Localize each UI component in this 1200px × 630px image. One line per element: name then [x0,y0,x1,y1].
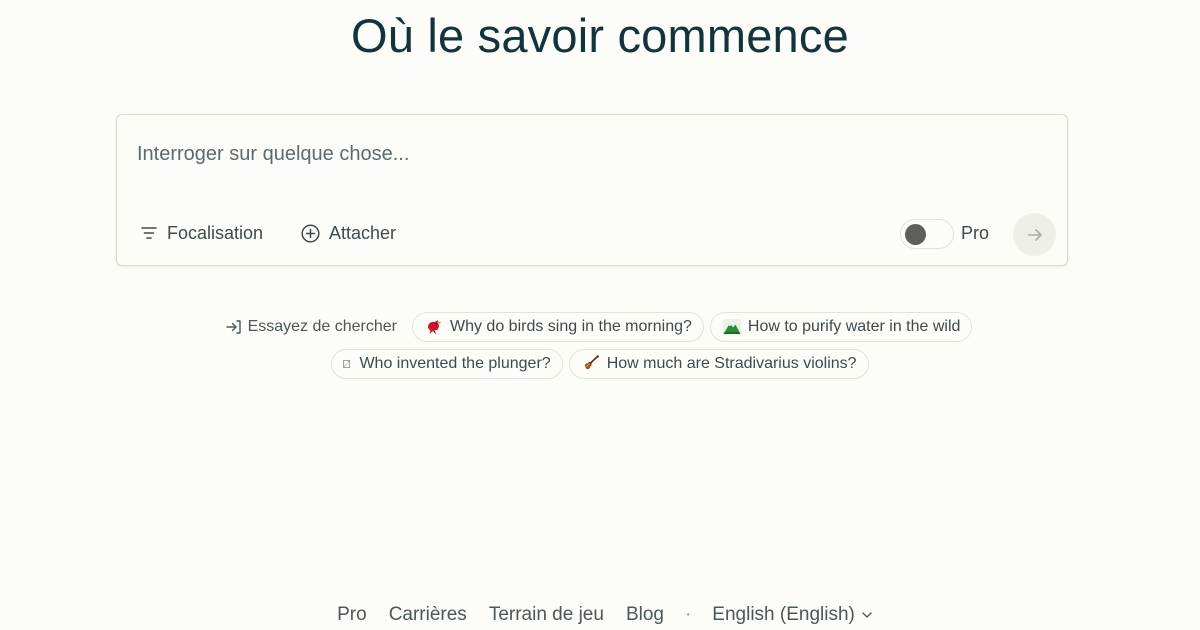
plus-circle-icon [301,223,320,243]
chevron-down-icon [862,612,872,618]
toggle-knob [905,224,926,245]
page-title: Où le savoir commence [351,9,849,62]
suggestion-chip-water[interactable]: How to purify water in the wild [709,312,973,342]
suggestion-chip-violins[interactable]: How much are Stradivarius violins? [568,349,869,379]
unknown-glyph-icon [343,360,351,368]
bird-icon [427,320,442,335]
footer: Pro Carrières Terrain de jeu Blog · Engl… [0,604,1200,626]
suggestions-row: Essayez de chercher Why do birds sing in… [0,312,1200,342]
suggestion-label: Who invented the plunger? [359,355,551,372]
search-input[interactable] [137,139,1017,169]
arrow-enter-icon [225,320,241,334]
try-searching-label: Essayez de chercher [225,312,397,342]
footer-link-pro[interactable]: Pro [337,604,367,626]
suggestion-chip-plunger[interactable]: Who invented the plunger? [331,349,563,379]
footer-separator: · [684,604,692,625]
focus-label: Focalisation [167,222,264,243]
filter-icon [141,227,157,239]
mountain-icon [722,319,741,335]
suggestions-row: Who invented the plunger? How much are S… [0,349,1200,379]
footer-link-careers[interactable]: Carrières [389,604,467,626]
search-box: Focalisation Attacher Pro [116,114,1068,266]
language-label: English (English) [712,604,855,625]
try-label-text: Essayez de chercher [247,318,397,335]
arrow-right-icon [1027,228,1042,241]
pro-toggle[interactable] [900,219,954,249]
suggestion-label: How much are Stradivarius violins? [606,355,857,372]
suggestion-chip-birds[interactable]: Why do birds sing in the morning? [411,312,704,342]
focus-button[interactable]: Focalisation [139,219,263,247]
pro-label: Pro [961,223,990,243]
footer-link-blog[interactable]: Blog [626,604,664,626]
attach-button[interactable]: Attacher [300,219,396,247]
attach-label: Attacher [329,222,397,243]
language-selector[interactable]: English (English) [712,604,874,626]
footer-link-playground[interactable]: Terrain de jeu [489,604,604,626]
submit-button[interactable] [1013,213,1056,256]
suggestion-label: How to purify water in the wild [747,318,961,335]
suggestion-label: Why do birds sing in the morning? [449,318,692,335]
violin-icon [584,355,599,370]
